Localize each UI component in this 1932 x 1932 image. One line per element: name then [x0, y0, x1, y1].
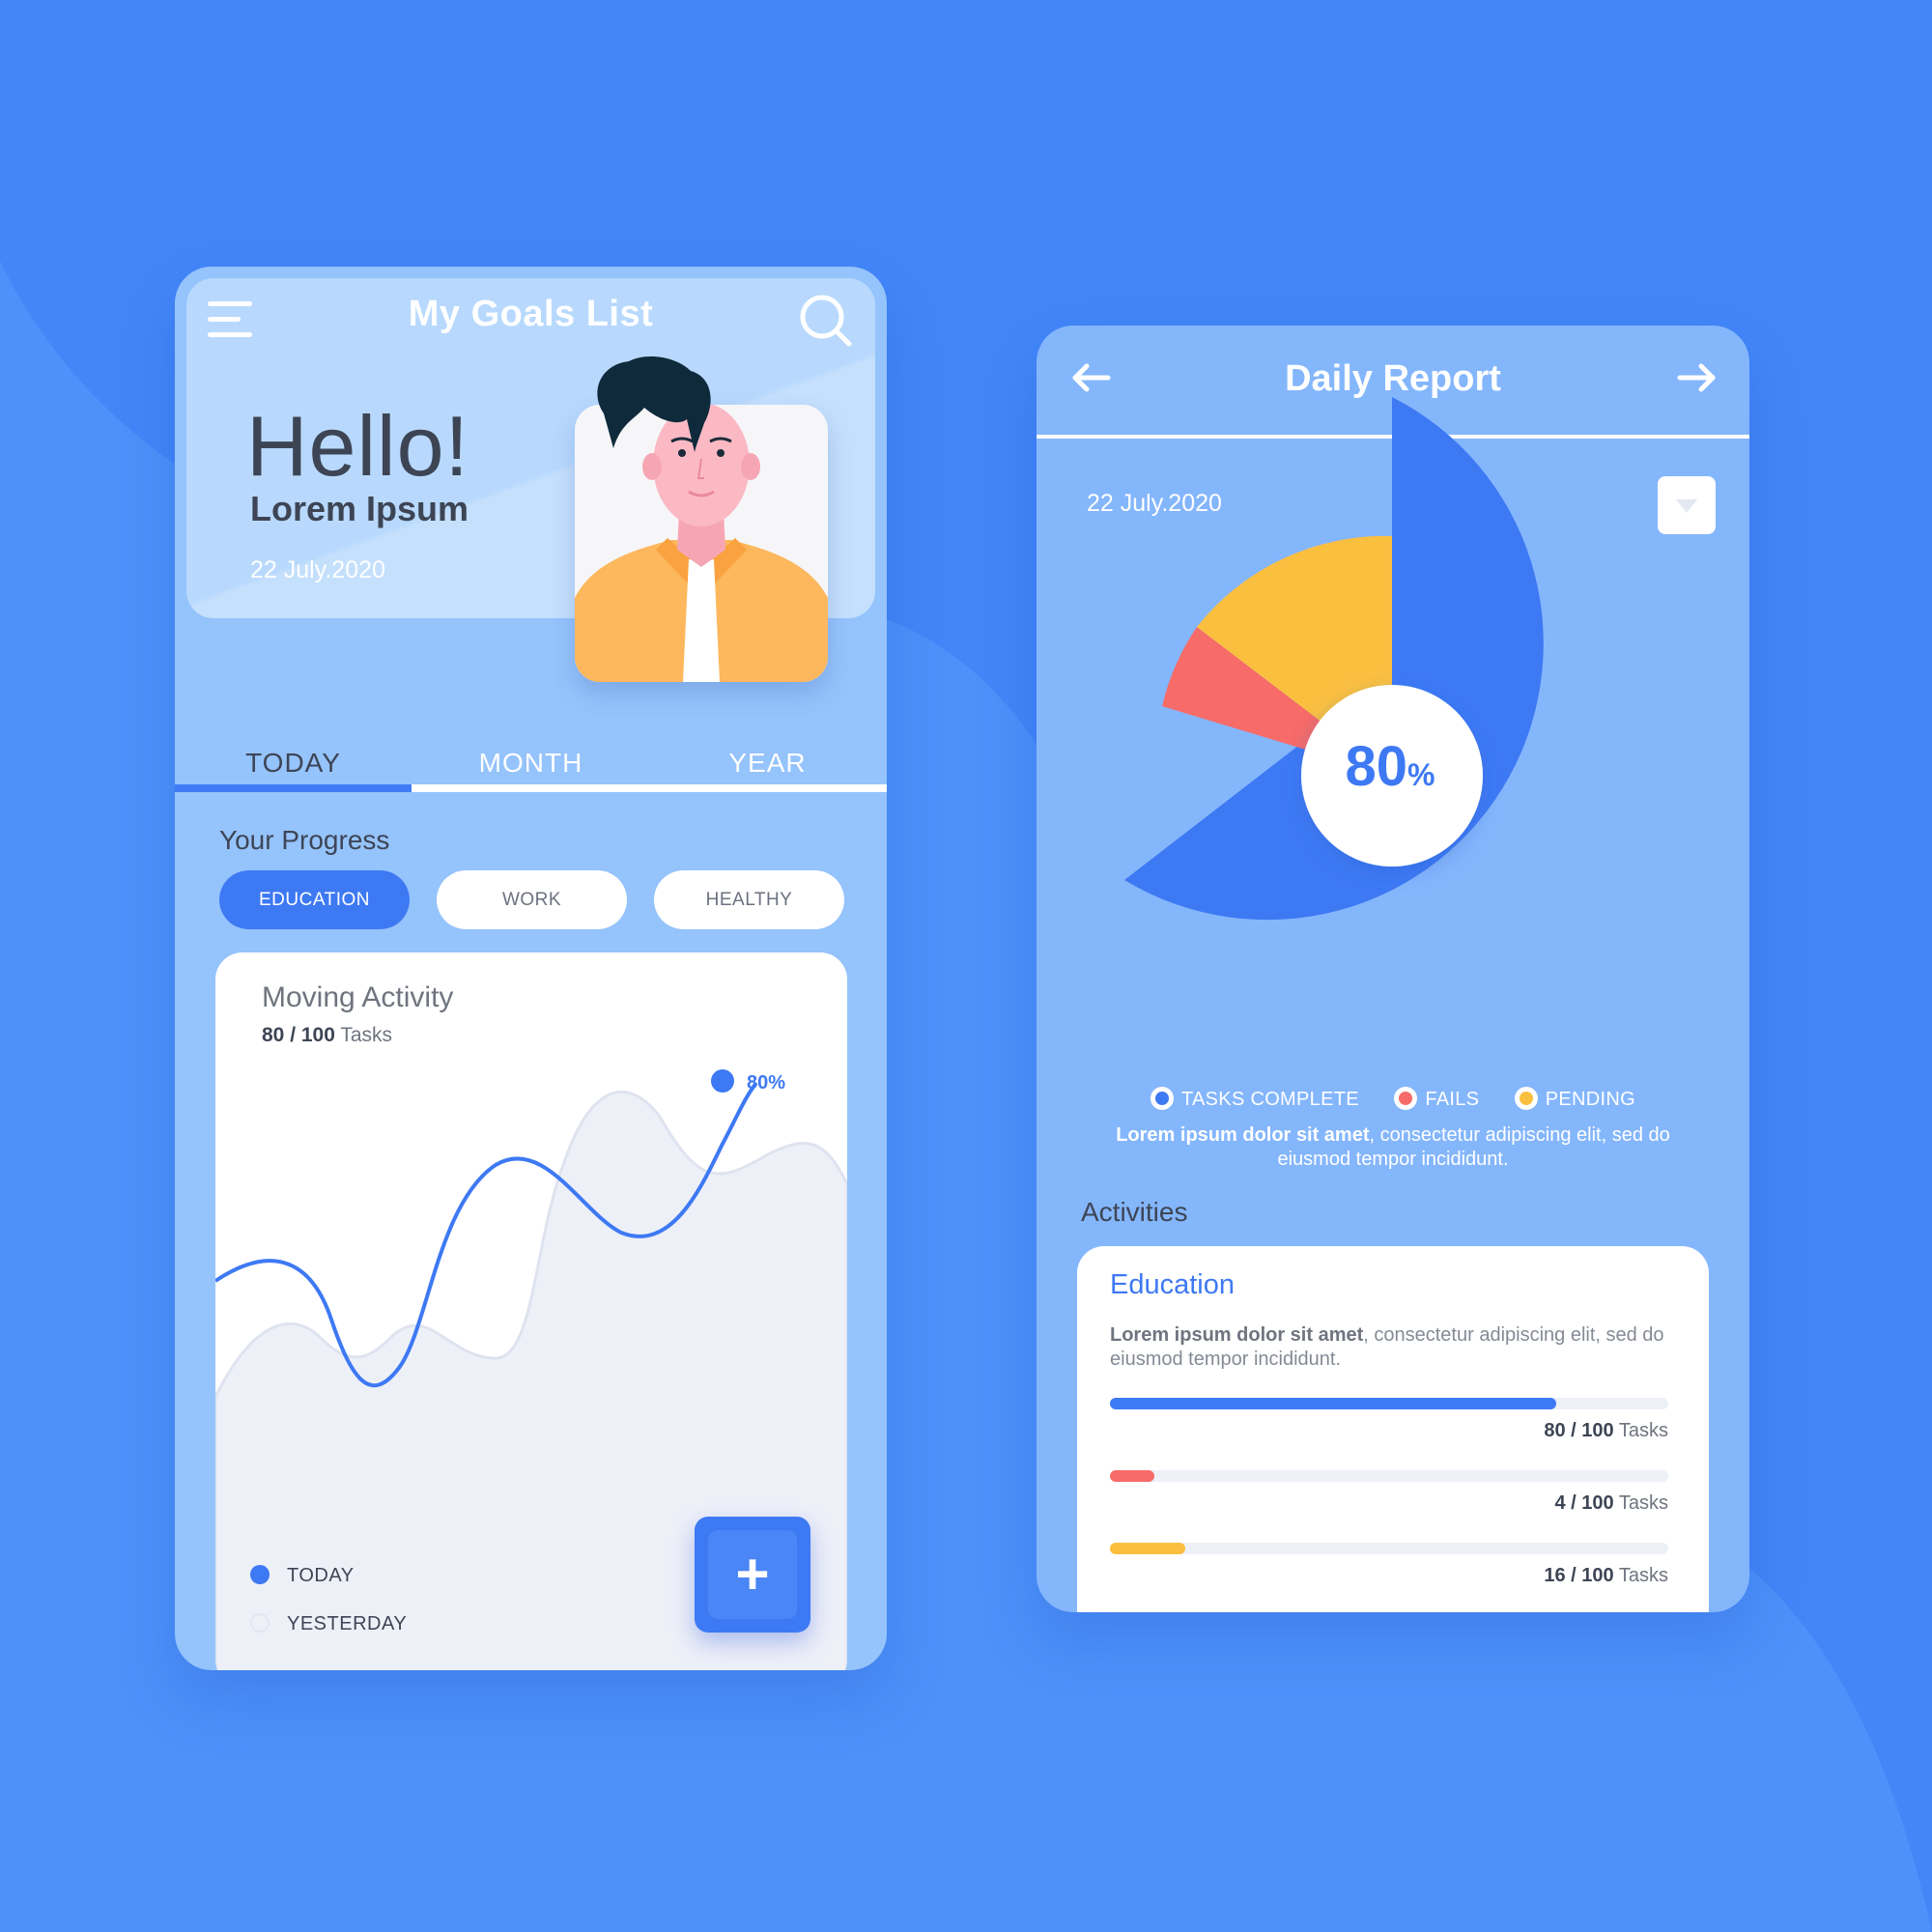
- today-point: [711, 1069, 734, 1093]
- legend-yesterday[interactable]: YESTERDAY: [250, 1613, 407, 1635]
- legend-pending[interactable]: PENDING: [1514, 1087, 1635, 1111]
- activities-label: Activities: [1081, 1197, 1188, 1227]
- activity-title: Moving Activity: [262, 981, 454, 1013]
- user-name: Lorem Ipsum: [250, 489, 469, 528]
- task-pie-chart: [1124, 397, 1544, 921]
- progress-unit-pending: Tasks: [1618, 1565, 1668, 1586]
- legend-complete-label: TASKS COMPLETE: [1181, 1089, 1359, 1110]
- search-icon[interactable]: [797, 292, 853, 348]
- progress-bar-fails: [1110, 1470, 1668, 1482]
- activity-tasks-unit: Tasks: [340, 1024, 393, 1046]
- legend-fails[interactable]: FAILS: [1394, 1087, 1479, 1111]
- chip-healthy[interactable]: HEALTHY: [654, 870, 844, 929]
- education-description: Lorem ipsum dolor sit amet, consectetur …: [1110, 1323, 1680, 1372]
- chip-work[interactable]: WORK: [437, 870, 627, 929]
- legend-pending-marker: [1514, 1087, 1538, 1110]
- legend-yesterday-dot: [250, 1613, 270, 1633]
- tab-active-indicator: [175, 784, 412, 792]
- progress-unit-fails: Tasks: [1618, 1492, 1668, 1514]
- legend-today-label: TODAY: [287, 1565, 355, 1586]
- progress-value-pending: 16 / 100: [1544, 1565, 1614, 1586]
- goals-screen: My Goals List Hello! Lorem Ipsum 22 July…: [175, 267, 887, 1670]
- pie-legend: TASKS COMPLETE FAILS PENDING: [1037, 1087, 1749, 1111]
- education-card[interactable]: Education Lorem ipsum dolor sit amet, co…: [1077, 1246, 1709, 1612]
- education-description-bold: Lorem ipsum dolor sit amet: [1110, 1324, 1364, 1346]
- progress-value-complete: 80 / 100: [1544, 1420, 1614, 1441]
- pie-center-value: 80%: [1322, 734, 1458, 799]
- progress-caption-complete: 80 / 100 Tasks: [1378, 1420, 1668, 1442]
- education-title: Education: [1110, 1269, 1235, 1300]
- progress-fill-pending: [1110, 1543, 1186, 1554]
- report-screen: Daily Report 22 July.2020 80% TASKS COMP…: [1037, 326, 1749, 1612]
- activity-tasks-value: 80 / 100: [262, 1024, 335, 1046]
- progress-caption-pending: 16 / 100 Tasks: [1378, 1565, 1668, 1587]
- page-title: My Goals List: [408, 294, 654, 334]
- legend-fails-marker: [1394, 1087, 1418, 1110]
- chip-education[interactable]: EDUCATION: [219, 870, 410, 929]
- progress-fill-complete: [1110, 1398, 1557, 1409]
- progress-bar-pending: [1110, 1543, 1668, 1554]
- report-description: Lorem ipsum dolor sit amet, consectetur …: [1094, 1123, 1691, 1172]
- greeting: Hello!: [246, 398, 469, 494]
- hero-date: 22 July.2020: [250, 556, 385, 583]
- pie-center-number: 80: [1345, 735, 1408, 798]
- add-button[interactable]: +: [695, 1517, 810, 1633]
- legend-pending-label: PENDING: [1545, 1089, 1635, 1110]
- plus-icon: +: [708, 1530, 797, 1619]
- report-description-bold: Lorem ipsum dolor sit amet: [1116, 1124, 1370, 1146]
- period-tabs: TODAY MONTH YEAR: [175, 740, 887, 808]
- legend-tasks-complete[interactable]: TASKS COMPLETE: [1151, 1087, 1359, 1111]
- legend-today[interactable]: TODAY: [250, 1565, 355, 1587]
- progress-bar-complete: [1110, 1398, 1668, 1409]
- progress-label: Your Progress: [219, 825, 390, 855]
- progress-unit-complete: Tasks: [1618, 1420, 1668, 1441]
- progress-value-fails: 4 / 100: [1554, 1492, 1614, 1514]
- activity-card: Moving Activity 80 / 100 Tasks 80% TODAY…: [215, 952, 847, 1670]
- activity-tasks: 80 / 100 Tasks: [262, 1024, 392, 1047]
- legend-yesterday-label: YESTERDAY: [287, 1613, 408, 1634]
- progress-fill-fails: [1110, 1470, 1155, 1482]
- legend-fails-label: FAILS: [1425, 1089, 1480, 1110]
- progress-caption-fails: 4 / 100 Tasks: [1378, 1492, 1669, 1515]
- legend-complete-marker: [1151, 1087, 1174, 1110]
- pie-center-unit: %: [1407, 757, 1435, 792]
- avatar-hair: [597, 356, 711, 452]
- legend-today-dot: [250, 1565, 270, 1584]
- point-label: 80%: [747, 1072, 786, 1094]
